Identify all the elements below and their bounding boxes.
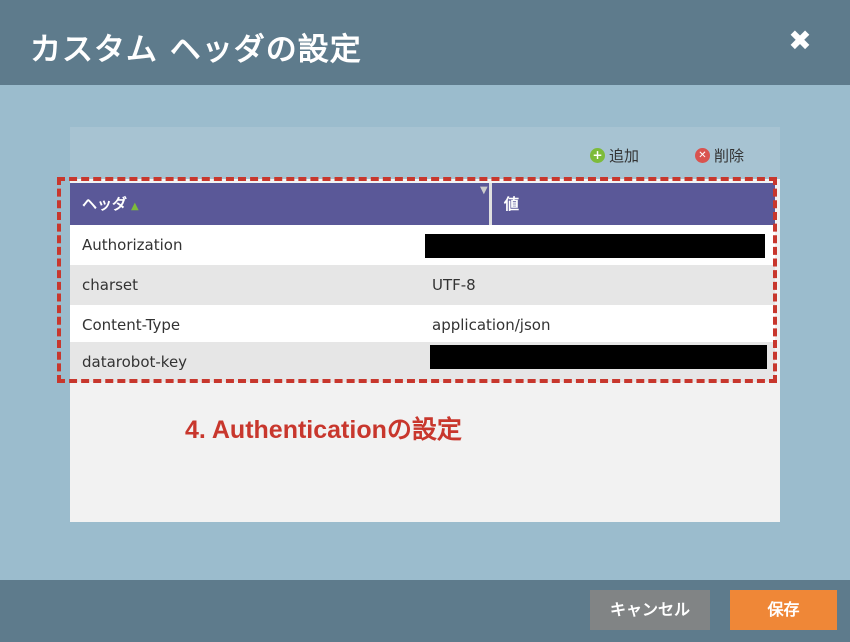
save-button[interactable]: 保存 — [730, 590, 837, 630]
dialog-footer — [0, 580, 850, 642]
cancel-button[interactable]: キャンセル — [590, 590, 710, 630]
close-icon[interactable]: ✖ — [785, 26, 815, 56]
add-button[interactable]: + 追加 — [590, 144, 639, 166]
delete-icon: ✕ — [695, 147, 710, 163]
highlight-box — [57, 177, 777, 383]
panel-toolbar — [70, 127, 780, 179]
delete-button[interactable]: ✕ 削除 — [695, 144, 744, 166]
plus-icon: + — [590, 147, 605, 163]
add-label: 追加 — [609, 146, 640, 165]
dialog-title: カスタム ヘッダの設定 — [30, 32, 362, 68]
delete-label: 削除 — [714, 146, 745, 165]
annotation-text: 4. Authenticationの設定 — [185, 416, 462, 444]
